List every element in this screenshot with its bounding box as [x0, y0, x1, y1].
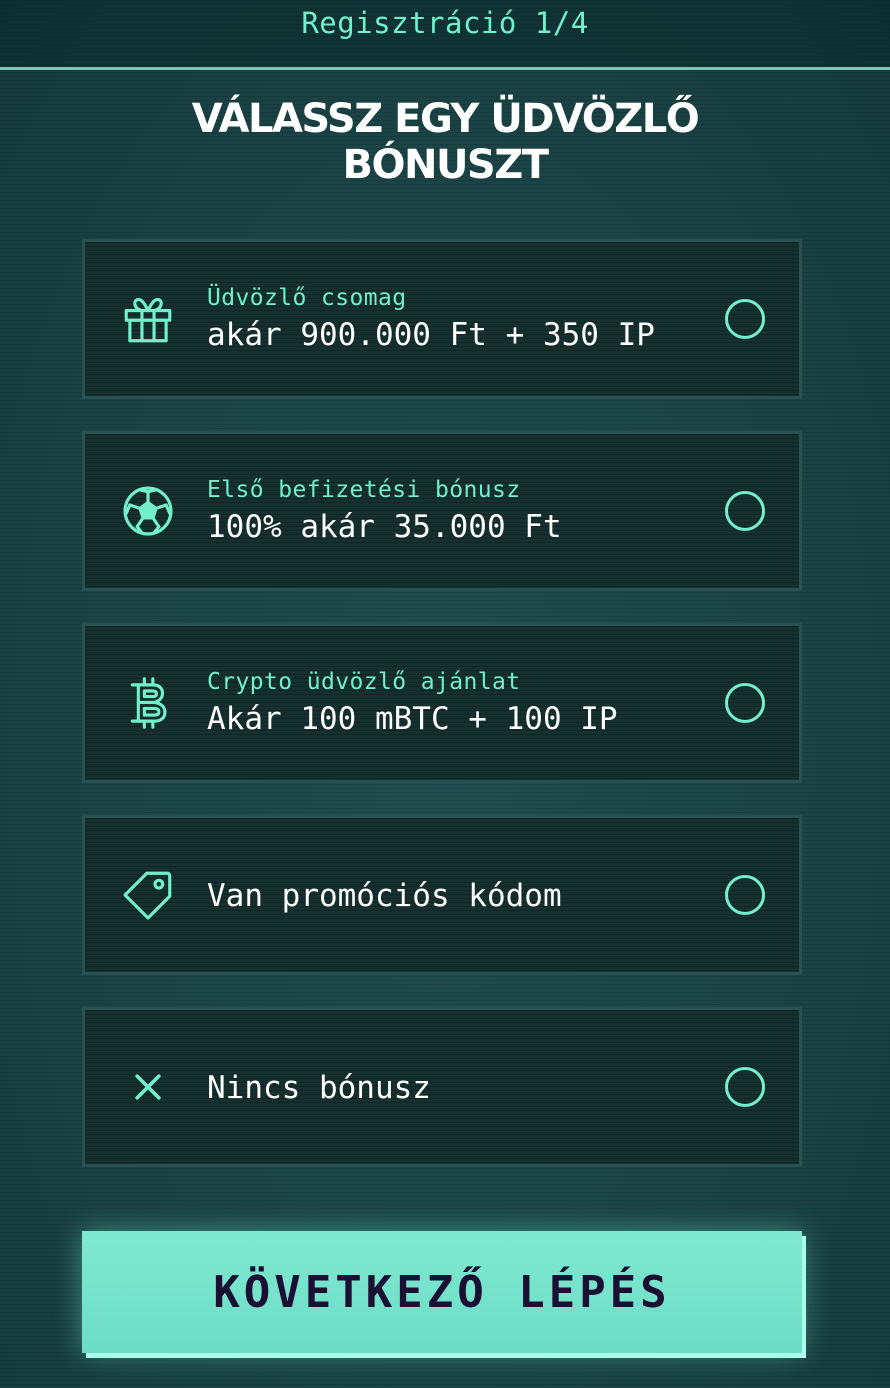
- soccer-ball-icon: [119, 482, 177, 540]
- bonus-option-text: Van promóciós kódom: [207, 818, 689, 972]
- bonus-option-welcome-package[interactable]: Üdvözlő csomag akár 900.000 Ft + 350 IP: [82, 239, 802, 399]
- bonus-option-text: Crypto üdvözlő ajánlat Akár 100 mBTC + 1…: [207, 626, 689, 780]
- bonus-option-crypto[interactable]: Crypto üdvözlő ajánlat Akár 100 mBTC + 1…: [82, 623, 802, 783]
- bonus-option-value: Akár 100 mBTC + 100 IP: [207, 701, 618, 737]
- bonus-option-text: Első befizetési bónusz 100% akár 35.000 …: [207, 434, 689, 588]
- bonus-options-list: Üdvözlő csomag akár 900.000 Ft + 350 IP: [82, 239, 802, 1199]
- gift-icon: [119, 290, 177, 348]
- step-header: Regisztráció 1/4: [0, 0, 890, 70]
- page-title-line-1: VÁLASSZ EGY ÜDVÖZLŐ: [191, 96, 700, 142]
- bonus-option-text: Üdvözlő csomag akár 900.000 Ft + 350 IP: [207, 242, 689, 396]
- bonus-option-radio[interactable]: [725, 491, 765, 531]
- bonus-option-radio[interactable]: [725, 299, 765, 339]
- page-title: VÁLASSZ EGY ÜDVÖZLŐ BÓNUSZT: [0, 96, 890, 188]
- page-title-line-2: BÓNUSZT: [342, 142, 549, 188]
- bonus-option-value: akár 900.000 Ft + 350 IP: [207, 317, 655, 353]
- bonus-option-text: Nincs bónusz: [207, 1010, 689, 1164]
- bonus-option-subtitle: Első befizetési bónusz: [207, 477, 521, 503]
- bonus-option-no-bonus[interactable]: Nincs bónusz: [82, 1007, 802, 1167]
- next-step-button[interactable]: KÖVETKEZŐ LÉPÉS: [82, 1231, 802, 1353]
- tag-icon: [119, 866, 177, 924]
- bonus-option-radio[interactable]: [725, 875, 765, 915]
- bonus-option-subtitle: Üdvözlő csomag: [207, 285, 407, 311]
- close-icon: [119, 1058, 177, 1116]
- bonus-option-value: 100% akár 35.000 Ft: [207, 509, 562, 545]
- bonus-option-value: Van promóciós kódom: [207, 878, 562, 914]
- bonus-option-value: Nincs bónusz: [207, 1070, 431, 1106]
- bonus-option-first-deposit[interactable]: Első befizetési bónusz 100% akár 35.000 …: [82, 431, 802, 591]
- bitcoin-icon: [119, 674, 177, 732]
- bonus-option-subtitle: Crypto üdvözlő ajánlat: [207, 669, 521, 695]
- step-indicator: Regisztráció 1/4: [301, 6, 589, 40]
- bonus-option-promo-code[interactable]: Van promóciós kódom: [82, 815, 802, 975]
- bonus-option-radio[interactable]: [725, 1067, 765, 1107]
- bonus-option-radio[interactable]: [725, 683, 765, 723]
